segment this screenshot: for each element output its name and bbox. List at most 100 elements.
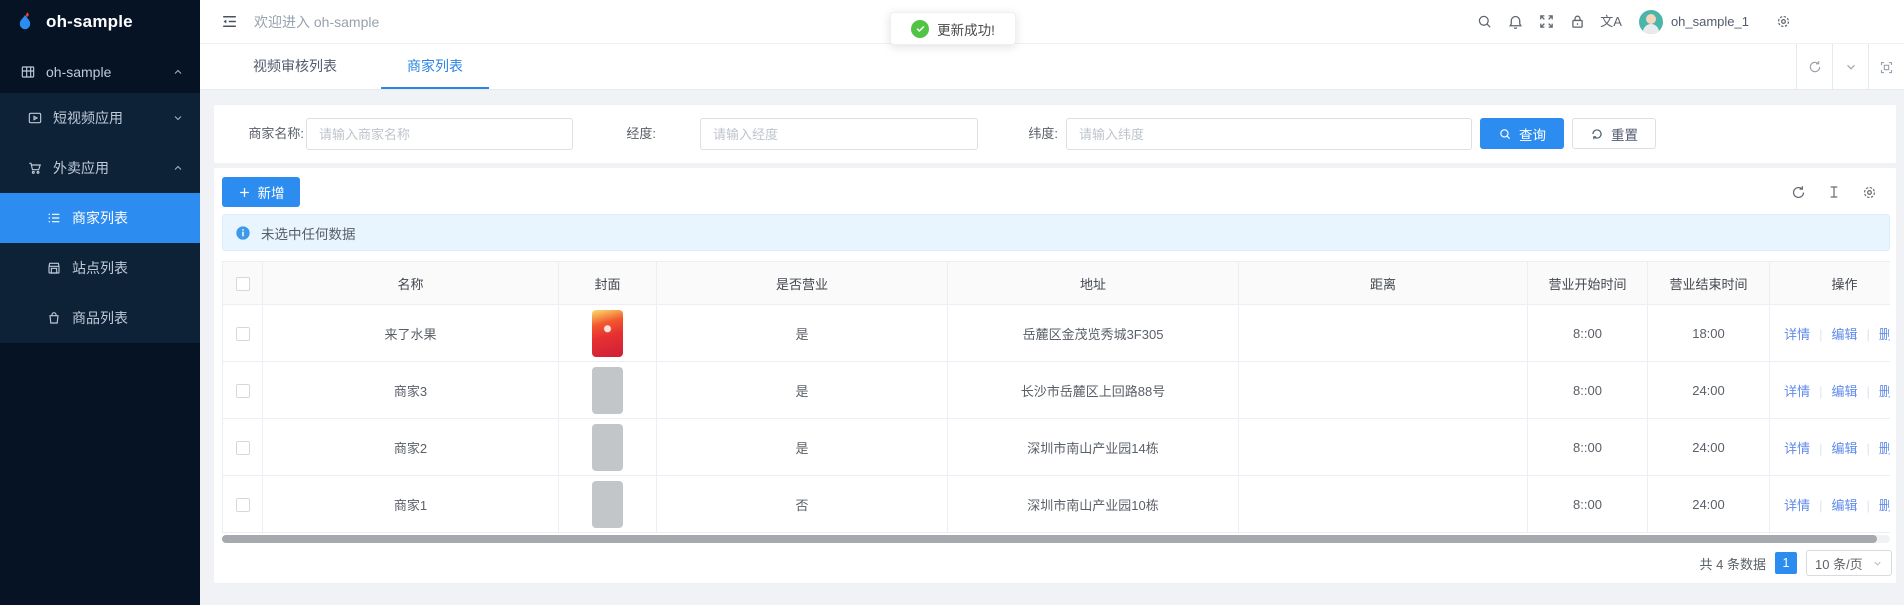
longitude-label: 经度: xyxy=(610,118,656,150)
top-header: 欢迎进入 oh-sample 文A oh_sample_1 xyxy=(200,0,1904,44)
tab-bar: 视频审核列表 商家列表 xyxy=(200,44,1904,90)
cell-start: 8::00 xyxy=(1528,419,1648,476)
detail-link[interactable]: 详情 xyxy=(1784,327,1810,342)
avatar[interactable] xyxy=(1639,10,1663,34)
chevron-up-icon xyxy=(172,162,184,174)
edit-link[interactable]: 编辑 xyxy=(1831,327,1857,342)
col-actions: 操作 xyxy=(1770,262,1891,305)
chevron-down-icon xyxy=(1872,558,1883,569)
edit-link[interactable]: 编辑 xyxy=(1831,498,1857,513)
refresh-icon[interactable] xyxy=(1796,44,1832,90)
tab-label: 商家列表 xyxy=(407,56,463,76)
row-checkbox[interactable] xyxy=(236,327,250,341)
tab-merchant-list[interactable]: 商家列表 xyxy=(381,44,489,89)
page-button-1[interactable]: 1 xyxy=(1775,552,1797,574)
total-count: 共 4 条数据 xyxy=(1700,554,1766,573)
detail-link[interactable]: 详情 xyxy=(1784,441,1810,456)
delete-link[interactable]: 删除 xyxy=(1879,441,1890,456)
sidebar-item-label: 商品列表 xyxy=(72,308,128,328)
chevron-up-icon xyxy=(172,66,184,78)
merchant-table-panel: 新增 未选中任何数据 xyxy=(214,168,1896,583)
sidebar-item-merchant-list[interactable]: 商家列表 xyxy=(0,193,200,243)
table-row: 来了水果 是 岳麓区金茂览秀城3F305 8::00 18:00 详情|编辑|删… xyxy=(223,305,1891,362)
reset-button-label: 重置 xyxy=(1611,124,1638,144)
fullscreen-icon[interactable] xyxy=(1538,13,1555,30)
welcome-text: 欢迎进入 oh-sample xyxy=(254,12,379,32)
table-row: 商家1 否 深圳市南山产业园10栋 8::00 24:00 详情|编辑|删除 xyxy=(223,476,1891,533)
col-open: 是否营业 xyxy=(657,262,948,305)
cell-end: 24:00 xyxy=(1648,476,1770,533)
sidebar-item-label: 外卖应用 xyxy=(53,158,109,178)
cell-open: 是 xyxy=(657,305,948,362)
sidebar-item-short-video-app[interactable]: 短视频应用 xyxy=(0,93,200,143)
page-size-value: 10 条/页 xyxy=(1815,554,1866,573)
lock-icon[interactable] xyxy=(1569,13,1586,30)
tab-video-review-list[interactable]: 视频审核列表 xyxy=(227,44,363,89)
gear-icon[interactable] xyxy=(1861,184,1878,201)
cell-address: 深圳市南山产业园14栋 xyxy=(948,419,1239,476)
list-icon xyxy=(46,210,62,226)
reset-button[interactable]: 重置 xyxy=(1572,118,1656,149)
cell-name: 来了水果 xyxy=(263,305,559,362)
cover-placeholder xyxy=(592,481,623,528)
search-button[interactable]: 查询 xyxy=(1480,118,1564,149)
gear-icon[interactable] xyxy=(1775,13,1792,30)
detail-link[interactable]: 详情 xyxy=(1784,498,1810,513)
horizontal-scrollbar[interactable] xyxy=(222,535,1890,543)
row-checkbox[interactable] xyxy=(236,498,250,512)
filter-panel: 商家名称: 经度: 纬度: 查询 重置 xyxy=(214,105,1896,163)
cell-end: 24:00 xyxy=(1648,362,1770,419)
cell-actions: 详情|编辑|删除 xyxy=(1770,362,1891,419)
table-viewport: 名称 封面 是否营业 地址 距离 营业开始时间 营业结束时间 操作 xyxy=(222,261,1890,533)
translate-icon[interactable]: 文A xyxy=(1600,13,1622,30)
latitude-input[interactable] xyxy=(1066,118,1472,150)
sidebar-item-label: oh-sample xyxy=(46,64,111,80)
col-cover: 封面 xyxy=(559,262,657,305)
search-button-label: 查询 xyxy=(1519,124,1546,144)
maximize-icon[interactable] xyxy=(1868,44,1904,90)
select-all-checkbox[interactable] xyxy=(236,277,250,291)
cell-actions: 详情|编辑|删除 xyxy=(1770,476,1891,533)
cell-distance xyxy=(1239,362,1528,419)
delete-link[interactable]: 删除 xyxy=(1879,498,1890,513)
cover-placeholder xyxy=(592,367,623,414)
scrollbar-thumb[interactable] xyxy=(222,535,1877,543)
edit-link[interactable]: 编辑 xyxy=(1831,384,1857,399)
row-height-icon[interactable] xyxy=(1826,184,1842,200)
menu-collapse-icon[interactable] xyxy=(220,12,239,31)
row-checkbox[interactable] xyxy=(236,441,250,455)
edit-link[interactable]: 编辑 xyxy=(1831,441,1857,456)
sidebar-item-takeout-app[interactable]: 外卖应用 xyxy=(0,143,200,193)
cell-address: 长沙市岳麓区上回路88号 xyxy=(948,362,1239,419)
sidebar-item-product-list[interactable]: 商品列表 xyxy=(0,293,200,343)
add-button[interactable]: 新增 xyxy=(222,177,300,207)
sidebar-item-oh-sample[interactable]: oh-sample xyxy=(0,54,200,90)
pagination: 共 4 条数据 1 10 条/页 xyxy=(1700,549,1892,577)
cell-address: 深圳市南山产业园10栋 xyxy=(948,476,1239,533)
cell-open: 是 xyxy=(657,419,948,476)
delete-link[interactable]: 删除 xyxy=(1879,384,1890,399)
alert-text: 未选中任何数据 xyxy=(261,223,356,243)
col-address: 地址 xyxy=(948,262,1239,305)
header-actions: 文A oh_sample_1 xyxy=(1462,10,1904,34)
merchant-name-input[interactable] xyxy=(306,118,573,150)
video-icon xyxy=(27,110,43,126)
bell-icon[interactable] xyxy=(1507,13,1524,30)
page-size-select[interactable]: 10 条/页 xyxy=(1806,550,1892,576)
detail-link[interactable]: 详情 xyxy=(1784,384,1810,399)
row-checkbox[interactable] xyxy=(236,384,250,398)
selection-alert: 未选中任何数据 xyxy=(222,214,1890,251)
refresh-icon[interactable] xyxy=(1790,184,1807,201)
chevron-down-icon[interactable] xyxy=(1832,44,1868,90)
search-icon[interactable] xyxy=(1476,13,1493,30)
cell-open: 是 xyxy=(657,362,948,419)
cell-end: 24:00 xyxy=(1648,419,1770,476)
info-icon xyxy=(235,225,251,241)
longitude-input[interactable] xyxy=(700,118,978,150)
workspace: 商家名称: 经度: 纬度: 查询 重置 新增 xyxy=(200,90,1904,605)
delete-link[interactable]: 删除 xyxy=(1879,327,1890,342)
table-row: 商家3 是 长沙市岳麓区上回路88号 8::00 24:00 详情|编辑|删除 xyxy=(223,362,1891,419)
sidebar-item-site-list[interactable]: 站点列表 xyxy=(0,243,200,293)
cell-start: 8::00 xyxy=(1528,305,1648,362)
bag-icon xyxy=(46,310,62,326)
